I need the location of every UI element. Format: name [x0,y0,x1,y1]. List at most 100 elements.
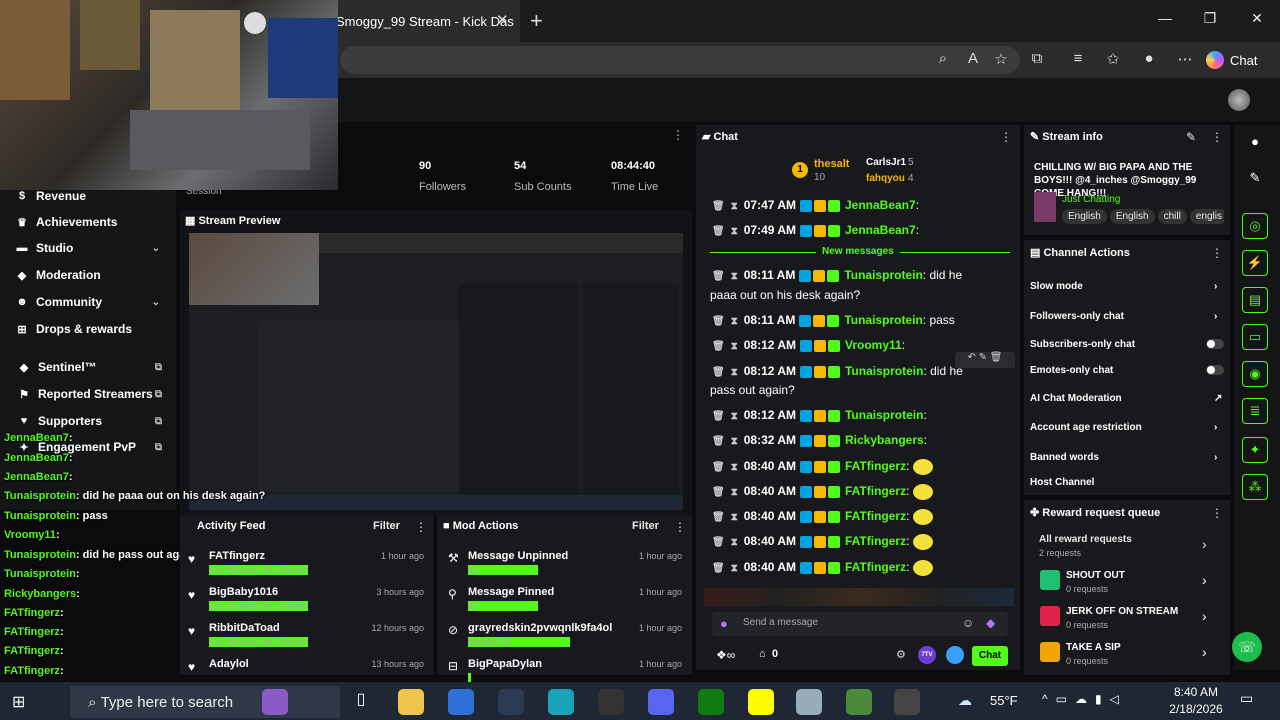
chat-message[interactable]: 🗑 ⧗ 08:32 AM Rickybangers: [712,433,927,447]
chat-username[interactable]: Tunaisprotein [844,268,922,282]
chat-username[interactable]: Tunaisprotein [844,313,922,327]
notifications-icon[interactable]: ▭ [1240,690,1253,707]
collections-icon[interactable]: ≡ [1067,50,1089,67]
edge-icon[interactable] [548,689,574,715]
more-icon[interactable]: ⋯ [1174,50,1196,68]
store-icon[interactable] [448,689,474,715]
chat-message[interactable]: 🗑 ⧗ 07:49 AM JennaBean7: [712,223,919,237]
sidebar-item-revenue[interactable]: $ Revenue [16,189,166,203]
timeout-icon[interactable]: ⧗ [731,316,738,327]
chat-username[interactable]: Tunaisprotein [845,408,923,422]
system-tray-icons[interactable]: ^▭☁▮◁ [1042,692,1127,706]
chat-message[interactable]: 🗑 ⧗ 08:12 AM Vroomy11: [712,338,905,352]
chat-message[interactable]: 🗑 ⧗ 08:11 AM Tunaisprotein: pass [712,313,955,327]
stream-info-menu-icon[interactable]: ⋮ [1211,130,1223,144]
tag[interactable]: English [1062,209,1107,224]
chat-message[interactable]: 🗑 ⧗ 08:11 AM Tunaisprotein: did he [712,268,962,282]
minimize-icon[interactable]: — [1155,10,1175,26]
activity-item[interactable]: ♥ FATfingerz just followed the channel 1 ho… [188,550,428,580]
account-age-row[interactable]: Account age restriction › [1030,422,1217,433]
mod-menu-icon[interactable]: ⋮ [674,520,686,534]
snapchat-icon[interactable] [748,689,774,715]
chat-message[interactable]: 🗑 ⧗ 08:40 AM FATfingerz: [712,534,934,550]
chat-username[interactable]: FATfingerz [845,484,906,498]
timeout-icon[interactable]: ⧗ [731,226,738,237]
browser-tab[interactable]: Smoggy_99 Stream - Kick Das [330,0,520,42]
search-highlight-icon[interactable] [262,689,288,715]
seventv-icon[interactable]: 7TV [918,646,936,664]
favorite-star-icon[interactable]: ☆ [990,50,1012,68]
chevron-right-icon[interactable]: › [1202,536,1207,552]
delete-icon[interactable]: 🗑 [712,512,725,523]
emotes-only-row[interactable]: Emotes-only chat [1030,365,1224,376]
mod-filter-button[interactable]: Filter [632,520,659,532]
chat-message[interactable]: 🗑 ⧗ 08:40 AM FATfingerz: [712,560,934,576]
stream-preview-video[interactable] [189,233,683,510]
slow-mode-row[interactable]: Slow mode › [1030,281,1217,292]
chat-username[interactable]: FATfingerz [845,459,906,473]
followers-only-row[interactable]: Followers-only chat › [1030,311,1217,322]
taskbar-search-box[interactable]: ⌕ Type here to search [70,686,340,718]
tag[interactable]: chill [1157,209,1187,224]
user-avatar[interactable] [1228,89,1250,111]
sidebar-item-achievements[interactable]: ♛ Achievements [16,215,166,229]
timeout-icon[interactable]: ⧗ [731,436,738,447]
timeout-icon[interactable]: ⧗ [731,537,738,548]
timeout-icon[interactable]: ⧗ [731,341,738,352]
new-tab-button[interactable]: + [530,8,543,34]
restore-icon[interactable]: ❐ [1200,10,1220,27]
send-chat-button[interactable]: Chat [972,646,1008,666]
xbox-icon[interactable] [698,689,724,715]
sidebar-item-sentinel[interactable]: ◆ Sentinel™ ⧉ [18,360,168,374]
microphone-icon[interactable]: ● [720,616,728,631]
chat-username[interactable]: JennaBean7 [845,198,916,212]
app-icon[interactable] [846,689,872,715]
timeout-icon[interactable]: ⧗ [731,271,738,282]
delete-icon[interactable]: 🗑 [712,201,725,212]
chat-message[interactable]: 🗑 ⧗ 07:47 AM JennaBean7: [712,198,919,212]
profile-avatar-icon[interactable]: ● [1138,50,1160,67]
windows-start-icon[interactable]: ⊞ [12,692,25,712]
favorites-icon[interactable]: ✩ [1102,50,1124,68]
sidebar-item-drops[interactable]: ⊞ Drops & rewards [16,322,166,336]
extensions-icon[interactable]: ⧉ [1026,50,1048,67]
wrench-icon[interactable]: ✦ [1242,437,1268,463]
delete-icon[interactable]: 🗑 [712,563,725,574]
banned-words-row[interactable]: Banned words › [1030,452,1217,463]
channel-actions-menu-icon[interactable]: ⋮ [1211,246,1223,260]
delete-icon[interactable]: 🗑 [712,537,725,548]
timeout-icon[interactable]: ⧗ [731,201,738,212]
activity-menu-icon[interactable]: ⋮ [415,520,427,534]
sidebar-item-reported[interactable]: ⚑ Reported Streamers ⧉ [18,387,168,401]
chat-message[interactable]: 🗑 ⧗ 08:40 AM FATfingerz: [712,484,934,500]
activity-filter-button[interactable]: Filter [373,520,400,532]
pen-icon[interactable]: ✎ [1242,165,1268,191]
chat-message[interactable]: 🗑 ⧗ 08:40 AM FATfingerz: [712,459,934,475]
chat-message[interactable]: pass out again? [710,383,795,397]
message-icon[interactable]: ▭ [1242,324,1268,350]
app-icon[interactable] [796,689,822,715]
delete-icon[interactable]: 🗑 [712,316,725,327]
sidebar-item-community[interactable]: ☻ Community ⌄ [16,295,166,309]
category-name[interactable]: Just Chatting [1062,194,1120,205]
close-window-icon[interactable]: ✕ [1247,10,1267,27]
timeout-icon[interactable]: ⧗ [731,487,738,498]
info-icon[interactable]: ● [1242,128,1268,154]
headset-icon[interactable]: ☏ [1232,632,1262,662]
task-view-icon[interactable]: ▯ [348,689,374,715]
edit-icon[interactable]: ✎ [1186,130,1196,144]
close-tab-icon[interactable]: ✕ [496,11,509,29]
delete-icon[interactable]: 🗑 [712,436,725,447]
emotes-only-toggle[interactable] [1206,365,1224,375]
kick-emote-icon[interactable]: ◆ [986,616,995,630]
reward-item[interactable]: JERK OFF ON STREAM 0 requests › [1040,606,1220,636]
timeout-icon[interactable]: ⧗ [731,512,738,523]
file-explorer-icon[interactable] [398,689,424,715]
target-icon[interactable]: ◎ [1242,213,1268,239]
obs-icon[interactable] [598,689,624,715]
chat-message[interactable]: 🗑 ⧗ 08:40 AM FATfingerz: [712,509,934,525]
delete-icon[interactable]: 🗑 [712,411,725,422]
chat-username[interactable]: Tunaisprotein [845,364,923,378]
lightning-icon[interactable]: ⚡ [1242,250,1268,276]
weather-temp[interactable]: 55°F [990,693,1018,708]
